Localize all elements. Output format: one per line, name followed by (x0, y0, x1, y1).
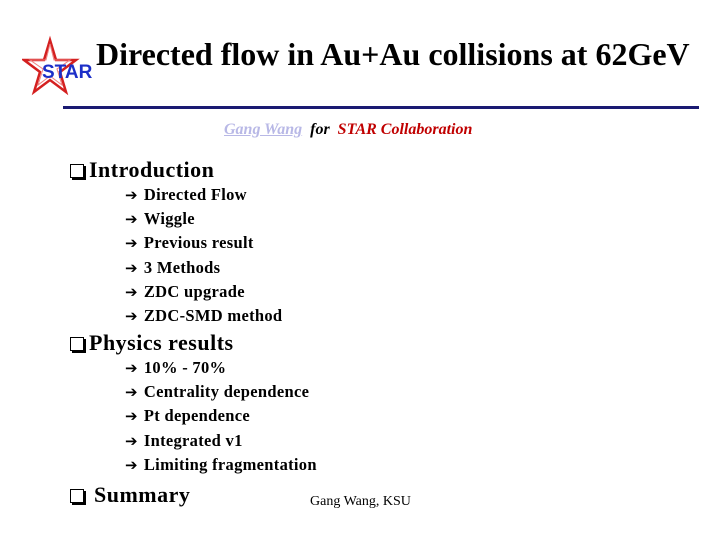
arrow-right-icon: ➔ (125, 407, 138, 426)
arrow-right-icon: ➔ (125, 455, 138, 474)
arrow-right-icon: ➔ (125, 431, 138, 450)
logo-text: STAR (42, 62, 93, 83)
list-item-label: Previous result (143, 233, 254, 253)
list-item: ➔ Centrality dependence (125, 380, 317, 404)
arrow-right-icon: ➔ (125, 210, 138, 229)
section-introduction: Introduction (70, 157, 214, 183)
slide-title: Directed flow in Au+Au collisions at 62G… (96, 36, 690, 72)
section-title: Introduction (89, 157, 215, 182)
list-item: ➔ Pt dependence (125, 404, 317, 428)
list-item: ➔ 3 Methods (125, 256, 282, 280)
collaboration-name: STAR Collaboration (337, 121, 473, 138)
arrow-right-icon: ➔ (125, 383, 138, 402)
checkbox-icon (70, 337, 84, 351)
list-item: ➔ ZDC upgrade (125, 280, 282, 304)
star-logo-icon: STAR (22, 35, 93, 96)
arrow-right-icon: ➔ (125, 234, 138, 253)
list-item-label: Pt dependence (143, 406, 250, 426)
list-item-label: Limiting fragmentation (143, 454, 317, 474)
star-logo: STAR (22, 34, 94, 102)
section-title: Summary (94, 482, 191, 507)
author-link[interactable]: Gang Wang (224, 121, 302, 138)
section-physics-results: Physics results (70, 330, 234, 356)
list-item: ➔ Limiting fragmentation (125, 453, 317, 477)
title-divider (63, 106, 699, 109)
list-item: ➔ 10% - 70% (125, 356, 317, 380)
checkbox-icon (70, 489, 84, 503)
physics-results-list: ➔ 10% - 70% ➔ Centrality dependence ➔ Pt de… (125, 356, 317, 477)
arrow-right-icon: ➔ (125, 282, 138, 301)
list-item: ➔ Integrated v1 (125, 429, 317, 453)
list-item-label: Wiggle (143, 209, 195, 229)
list-item-label: 10% - 70% (143, 358, 227, 377)
list-item: ➔ Wiggle (125, 207, 282, 231)
arrow-right-icon: ➔ (125, 258, 138, 277)
section-title: Physics results (89, 330, 234, 355)
section-summary: Summary (70, 482, 190, 508)
byline-connector: for (310, 121, 330, 138)
list-item-label: ZDC-SMD method (143, 305, 283, 325)
list-item-label: ZDC upgrade (143, 281, 245, 301)
list-item-label: Directed Flow (143, 185, 247, 204)
list-item: ➔ Directed Flow (125, 183, 282, 207)
arrow-right-icon: ➔ (125, 359, 138, 377)
byline: Gang Wang for STAR Collaboration (224, 121, 472, 139)
arrow-right-icon: ➔ (125, 186, 138, 204)
checkbox-icon (70, 164, 84, 178)
list-item-label: 3 Methods (143, 257, 221, 277)
list-item-label: Integrated v1 (143, 430, 243, 450)
arrow-right-icon: ➔ (125, 306, 138, 325)
slide-footer: Gang Wang, KSU (310, 494, 411, 509)
list-item: ➔ Previous result (125, 231, 282, 255)
list-item: ➔ ZDC-SMD method (125, 304, 282, 328)
list-item-label: Centrality dependence (143, 382, 310, 402)
introduction-list: ➔ Directed Flow ➔ Wiggle ➔ Previous result … (125, 183, 282, 328)
